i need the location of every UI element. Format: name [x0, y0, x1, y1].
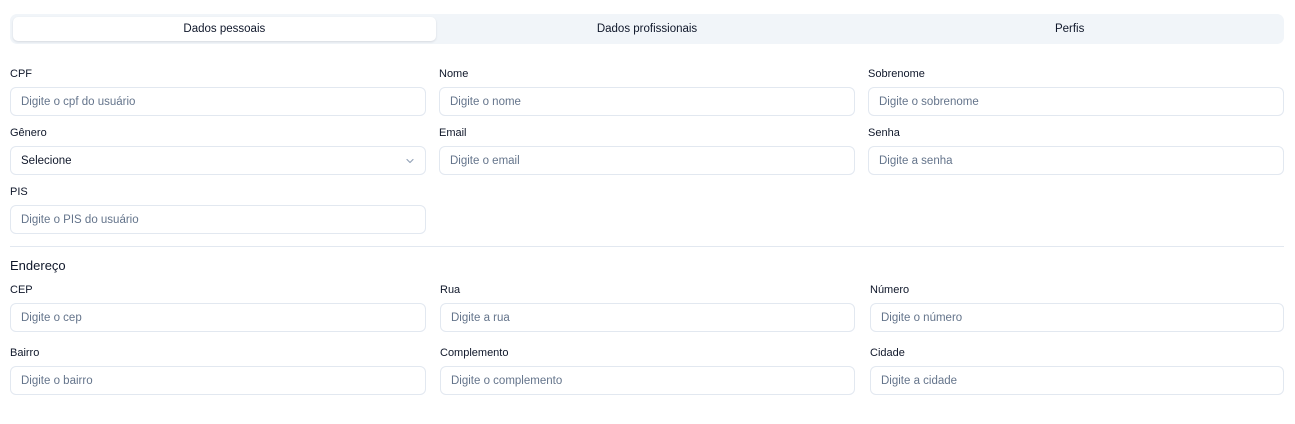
senha-field-group: Senha: [868, 126, 1284, 175]
cidade-field-group: Cidade: [870, 346, 1284, 395]
genero-label: Gênero: [10, 127, 47, 139]
bairro-label: Bairro: [10, 347, 40, 359]
numero-label: Número: [870, 284, 910, 296]
sobrenome-label: Sobrenome: [868, 68, 925, 80]
nome-label: Nome: [439, 68, 469, 80]
genero-select-value: Selecione: [21, 154, 72, 167]
complemento-input[interactable]: [440, 366, 855, 395]
cep-input[interactable]: [10, 303, 426, 332]
rua-field-group: Rua: [440, 283, 855, 332]
email-field-group: Email: [439, 126, 855, 175]
nome-field-group: Nome: [439, 67, 855, 116]
genero-field-group: Gênero Selecione: [10, 126, 426, 175]
cep-field-group: CEP: [10, 283, 426, 332]
tab-dados-pessoais[interactable]: Dados pessoais: [13, 17, 436, 41]
cidade-input[interactable]: [870, 366, 1284, 395]
sobrenome-input[interactable]: [868, 87, 1284, 116]
section-divider: [10, 246, 1284, 247]
tab-perfis[interactable]: Perfis: [858, 17, 1281, 41]
pis-input[interactable]: [10, 205, 426, 234]
complemento-label: Complemento: [440, 347, 509, 359]
senha-input[interactable]: [868, 146, 1284, 175]
address-section-title: Endereço: [10, 258, 66, 273]
email-input[interactable]: [439, 146, 855, 175]
cidade-label: Cidade: [870, 347, 905, 359]
sobrenome-field-group: Sobrenome: [868, 67, 1284, 116]
rua-label: Rua: [440, 284, 461, 296]
rua-input[interactable]: [440, 303, 855, 332]
nome-input[interactable]: [439, 87, 855, 116]
chevron-down-icon: [405, 156, 415, 166]
pis-label: PIS: [10, 186, 28, 198]
genero-select[interactable]: Selecione: [10, 146, 426, 175]
numero-input[interactable]: [870, 303, 1284, 332]
cpf-field-group: CPF: [10, 67, 426, 116]
senha-label: Senha: [868, 127, 900, 139]
complemento-field-group: Complemento: [440, 346, 855, 395]
bairro-field-group: Bairro: [10, 346, 426, 395]
cep-label: CEP: [10, 284, 33, 296]
numero-field-group: Número: [870, 283, 1284, 332]
bairro-input[interactable]: [10, 366, 426, 395]
email-label: Email: [439, 127, 467, 139]
tab-dados-profissionais[interactable]: Dados profissionais: [436, 17, 859, 41]
tab-list: Dados pessoais Dados profissionais Perfi…: [10, 14, 1284, 44]
pis-field-group: PIS: [10, 185, 426, 234]
cpf-input[interactable]: [10, 87, 426, 116]
cpf-label: CPF: [10, 68, 32, 80]
